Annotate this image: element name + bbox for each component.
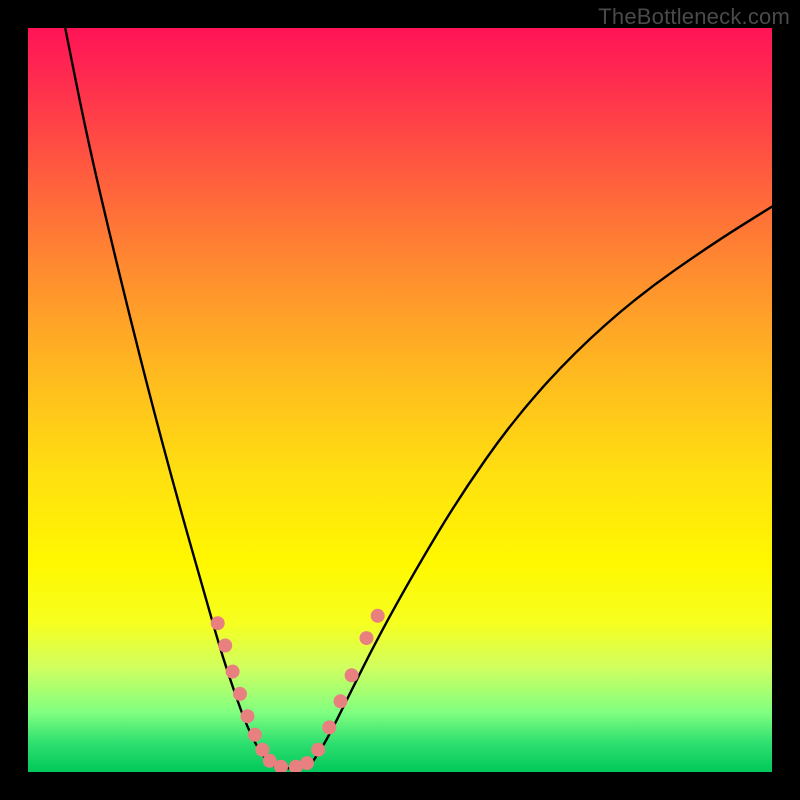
curve-group xyxy=(65,28,772,768)
marker-dot xyxy=(345,668,359,682)
marker-dots xyxy=(211,609,385,772)
marker-dot xyxy=(300,756,314,770)
watermark-text: TheBottleneck.com xyxy=(598,4,790,30)
marker-dot xyxy=(241,709,255,723)
marker-dot xyxy=(248,728,262,742)
marker-dot xyxy=(371,609,385,623)
marker-dot xyxy=(322,720,336,734)
marker-dot xyxy=(233,687,247,701)
bottleneck-curve xyxy=(65,28,772,768)
marker-dot xyxy=(311,743,325,757)
marker-dot xyxy=(360,631,374,645)
marker-dot xyxy=(334,694,348,708)
marker-dot xyxy=(211,616,225,630)
marker-dot xyxy=(218,639,232,653)
marker-dot xyxy=(226,665,240,679)
chart-svg xyxy=(28,28,772,772)
plot-area xyxy=(28,28,772,772)
